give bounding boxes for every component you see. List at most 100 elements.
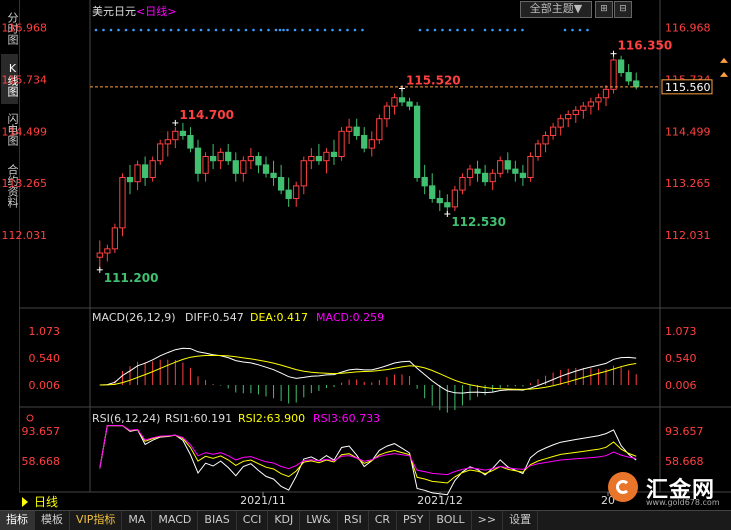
marker-dot: [207, 28, 210, 32]
candle-body: [96, 252, 103, 258]
marker-dot: [456, 28, 459, 32]
candle-body: [497, 160, 504, 174]
candle-body: [157, 143, 164, 162]
price-ylabel-left: 115.734: [2, 74, 48, 87]
marker-dot: [308, 28, 312, 32]
candle-body: [315, 156, 323, 162]
xaxis-label: 2021/12: [417, 494, 463, 507]
marker-dot: [252, 28, 255, 32]
candle-body: [527, 156, 534, 178]
marker-dot: [139, 28, 143, 32]
macd-dea: DEA:0.417: [250, 311, 308, 324]
marker-dot: [441, 28, 444, 32]
rsi3-line: [99, 425, 637, 476]
marker-dot: [147, 28, 150, 32]
xaxis-label: 2021/11: [240, 494, 286, 507]
candle-body: [187, 135, 194, 149]
chart-canvas[interactable]: 116.968116.968115.734115.734114.499114.4…: [0, 0, 731, 510]
marker-dot: [237, 28, 240, 32]
candle-body: [300, 160, 307, 187]
marker-dot: [162, 28, 165, 32]
indicator-tab-13[interactable]: >>: [472, 511, 504, 530]
marker-dot: [132, 28, 135, 32]
marker-dot: [199, 28, 203, 32]
candle-body: [368, 139, 375, 149]
indicator-tab-9[interactable]: RSI: [338, 511, 369, 530]
indicator-tab-7[interactable]: KDJ: [268, 511, 301, 530]
marker-dot: [117, 28, 120, 32]
rsi3-value: RSI3:60.733: [313, 412, 380, 425]
candle-body: [240, 160, 247, 174]
period-strip-label: 日线: [34, 495, 59, 509]
marker-dot: [571, 28, 574, 32]
marker-dot: [316, 28, 319, 32]
marker-dot: [463, 28, 467, 32]
macd-dea-line: [99, 354, 637, 390]
indicator-tab-1[interactable]: 模板: [35, 511, 70, 530]
macd-ylabel-left: 0.006: [29, 379, 61, 392]
candle-body: [429, 185, 436, 199]
marker-dot: [109, 28, 113, 32]
candle-body: [277, 176, 285, 191]
marker-dot: [506, 28, 509, 32]
candle-body: [376, 118, 383, 141]
candle-body: [111, 227, 119, 250]
indicator-tab-10[interactable]: CR: [369, 511, 398, 530]
candle-body: [338, 130, 345, 157]
marker-dot: [229, 28, 233, 32]
candle-body: [481, 172, 489, 183]
indicator-tab-11[interactable]: PSY: [397, 511, 431, 530]
candle-body: [610, 59, 617, 90]
candle-body: [217, 151, 224, 162]
candle-body: [580, 105, 587, 111]
macd-diff: DIFF:0.547: [185, 311, 244, 324]
marker-dot: [274, 28, 278, 32]
marker-dot: [563, 28, 567, 32]
marker-dot: [498, 28, 502, 32]
marker-dot: [267, 28, 270, 32]
indicator-tab-12[interactable]: BOLL: [430, 511, 472, 530]
indicator-tab-4[interactable]: MACD: [152, 511, 199, 530]
candle-body: [534, 143, 542, 157]
marker-dot: [222, 28, 225, 32]
price-annotation: 112.530: [451, 215, 506, 229]
marker-dot: [214, 28, 218, 32]
marker-dot: [483, 28, 487, 32]
indicator-bar: 指标 模板 VIP指标 MA MACD BIAS CCI KDJ LW& RSI CR PSY BOLL…: [0, 510, 731, 530]
period-selector[interactable]: 日线: [0, 494, 80, 510]
candle-body: [459, 176, 466, 191]
marker-dot: [192, 28, 195, 32]
candle-body: [361, 135, 368, 149]
marker-dot: [361, 28, 364, 32]
marker-dot: [433, 28, 437, 32]
candle-body: [225, 151, 232, 162]
candle-body: [149, 160, 156, 178]
indicator-tab-5[interactable]: BIAS: [198, 511, 237, 530]
indicator-tab-3[interactable]: MA: [122, 511, 153, 530]
candle-body: [134, 164, 141, 183]
macd-ylabel-left: 0.540: [29, 352, 61, 365]
price-up-arrow-icon: [720, 57, 728, 63]
rsi-settings-icon: [26, 414, 34, 422]
indicator-tab-6[interactable]: CCI: [237, 511, 269, 530]
indicator-tab-0[interactable]: 指标: [0, 511, 35, 530]
candle-body: [406, 101, 413, 107]
marker-dot: [418, 28, 422, 32]
candle-body: [444, 202, 451, 208]
marker-dot: [244, 28, 248, 32]
rsi2-value: RSI2:63.900: [238, 412, 305, 425]
indicator-tab-14[interactable]: 设置: [503, 511, 539, 530]
candle-body: [270, 172, 277, 178]
indicator-tab-8[interactable]: LW&: [300, 511, 338, 530]
candle-body: [255, 156, 262, 166]
candle-body: [141, 164, 149, 178]
marker-dot: [177, 28, 180, 32]
candle-body: [436, 197, 443, 204]
candle-body: [209, 156, 217, 162]
macd-ylabel-right: 0.540: [665, 352, 697, 365]
marker-dot: [491, 28, 494, 32]
macd-value: MACD:0.259: [316, 311, 384, 324]
candle-body: [262, 164, 270, 174]
marker-dot: [102, 28, 105, 32]
indicator-tab-2[interactable]: VIP指标: [70, 511, 123, 530]
